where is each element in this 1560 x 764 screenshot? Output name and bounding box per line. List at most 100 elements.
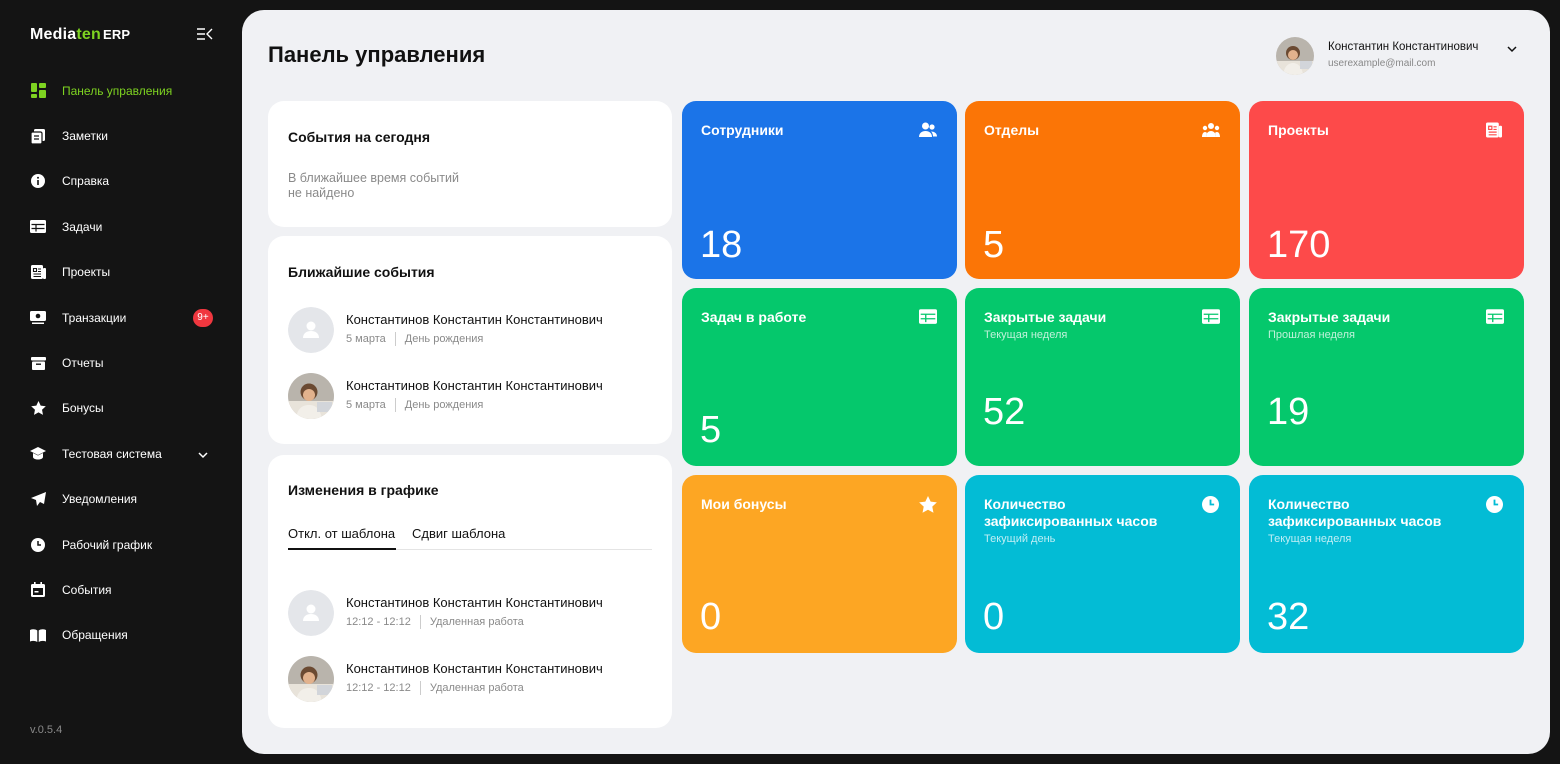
info-icon <box>30 173 46 189</box>
main-panel: Панель управления Константин Константино… <box>242 10 1550 754</box>
tab-template-shift[interactable]: Сдвиг шаблона <box>412 526 505 550</box>
sidebar-item-notifications[interactable]: Уведомления <box>0 477 242 522</box>
empty-state-text: В ближайшее время событий не найдено <box>288 171 508 201</box>
tab-template-deviation[interactable]: Откл. от шаблона <box>288 526 396 550</box>
clock-icon <box>1202 496 1220 514</box>
logo[interactable]: Mediaten ERP <box>30 26 130 44</box>
sidebar-item-test-system[interactable]: Тестовая система <box>0 431 242 476</box>
page-title: Панель управления <box>268 42 486 67</box>
sidebar-item-dashboard[interactable]: Панель управления <box>0 68 242 113</box>
sidebar-item-label: Справка <box>62 174 110 189</box>
calendar-icon <box>30 582 46 598</box>
tile-title: Проекты <box>1268 122 1329 138</box>
list-item[interactable]: Константинов Константин Константинович 1… <box>288 656 658 704</box>
tile-employees[interactable]: Сотрудники 18 <box>682 101 957 279</box>
tile-departments[interactable]: Отделы 5 <box>965 101 1240 279</box>
person-name: Константинов Константин Константинович <box>346 595 603 610</box>
sidebar-item-projects[interactable]: Проекты <box>0 250 242 295</box>
notes-icon <box>30 128 46 144</box>
sidebar-item-label: Тестовая система <box>62 446 162 461</box>
sidebar-nav: Панель управления Заметки Справка Задачи… <box>0 68 242 658</box>
tile-title: Отделы <box>984 122 1040 138</box>
sidebar-item-label: Задачи <box>62 219 103 234</box>
card-title: События на сегодня <box>288 129 431 145</box>
card-title: Изменения в графике <box>288 482 439 498</box>
divider <box>394 332 396 346</box>
sidebar-item-help[interactable]: Справка <box>0 159 242 204</box>
sidebar-item-label: Проекты <box>62 265 111 280</box>
logo-part1: Media <box>30 26 77 43</box>
schedule-meta: 12:12 - 12:12 Удаленная работа <box>346 681 524 695</box>
book-icon <box>30 627 46 643</box>
tile-subtitle: Текущая неделя <box>984 329 1068 341</box>
event-type: День рождения <box>404 333 484 345</box>
sidebar-item-label: Заметки <box>62 129 108 144</box>
card-title: Ближайшие события <box>288 264 435 280</box>
list-item[interactable]: Константинов Константин Константинович 5… <box>288 307 658 355</box>
tile-value: 52 <box>983 391 1026 433</box>
user-menu[interactable]: Константин Константинович userexample@ma… <box>1276 37 1526 77</box>
tile-title: Закрытые задачи <box>984 309 1107 325</box>
tile-value: 18 <box>700 224 743 266</box>
sidebar-item-label: Транзакции <box>62 310 127 325</box>
list-item[interactable]: Константинов Константин Константинович 1… <box>288 590 658 638</box>
divider <box>394 398 396 412</box>
tile-closed-tasks-current[interactable]: Закрытые задачи Текущая неделя 52 <box>965 288 1240 466</box>
tile-title: Мои бонусы <box>701 496 787 512</box>
person-name: Константинов Константин Константинович <box>346 312 603 327</box>
sidebar-item-requests[interactable]: Обращения <box>0 613 242 658</box>
avatar-placeholder <box>288 590 334 636</box>
clock-icon <box>1486 496 1504 514</box>
schedule-time: 12:12 - 12:12 <box>346 616 411 628</box>
tile-my-bonuses[interactable]: Мои бонусы 0 <box>682 475 957 653</box>
notification-badge: 9+ <box>193 308 213 327</box>
sidebar-item-transactions[interactable]: Транзакции 9+ <box>0 295 242 340</box>
sidebar: Mediaten ERP Панель управления Заметки Сп… <box>0 0 242 764</box>
tile-subtitle: Текущий день <box>984 533 1056 545</box>
chevron-down-icon[interactable] <box>1506 42 1518 54</box>
clock-icon <box>30 537 46 553</box>
event-meta: 5 марта День рождения <box>346 332 483 346</box>
sidebar-item-reports[interactable]: Отчеты <box>0 340 242 385</box>
table-icon <box>1486 309 1504 327</box>
tab-bar: Откл. от шаблона Сдвиг шаблона <box>288 526 652 550</box>
paper-plane-icon <box>30 491 46 507</box>
tile-value: 0 <box>983 596 1005 638</box>
sidebar-item-label: Уведомления <box>62 492 138 507</box>
event-meta: 5 марта День рождения <box>346 398 483 412</box>
tile-projects[interactable]: Проекты 170 <box>1249 101 1524 279</box>
tile-title: Количество зафиксированных часов <box>984 496 1158 529</box>
star-icon <box>919 496 937 514</box>
sidebar-item-tasks[interactable]: Задачи <box>0 204 242 249</box>
tile-title: Сотрудники <box>701 122 784 138</box>
sidebar-item-label: Обращения <box>62 628 128 643</box>
avatar <box>1276 37 1314 75</box>
events-today-card: События на сегодня В ближайшее время соб… <box>268 101 672 227</box>
sidebar-item-work-schedule[interactable]: Рабочий график <box>0 522 242 567</box>
collapse-sidebar-icon[interactable] <box>196 26 216 44</box>
list-item[interactable]: Константинов Константин Константинович 5… <box>288 373 658 421</box>
users-icon <box>919 122 937 140</box>
chevron-down-icon[interactable] <box>197 448 209 460</box>
logo-part2: ten <box>76 26 101 43</box>
tile-value: 170 <box>1267 224 1331 266</box>
graduation-cap-icon <box>30 446 46 462</box>
tile-hours-week[interactable]: Количество зафиксированных часов Текущая… <box>1249 475 1524 653</box>
tile-tasks-in-progress[interactable]: Задач в работе 5 <box>682 288 957 466</box>
event-date: 5 марта <box>346 333 386 345</box>
tile-value: 5 <box>700 409 722 451</box>
tile-subtitle: Прошлая неделя <box>1268 329 1356 341</box>
sidebar-item-bonuses[interactable]: Бонусы <box>0 386 242 431</box>
dashboard-icon <box>30 83 46 99</box>
tile-value: 19 <box>1267 391 1310 433</box>
sidebar-item-label: Рабочий график <box>62 537 153 552</box>
sidebar-item-events[interactable]: События <box>0 567 242 612</box>
tile-closed-tasks-previous[interactable]: Закрытые задачи Прошлая неделя 19 <box>1249 288 1524 466</box>
avatar-placeholder <box>288 307 334 353</box>
avatar <box>288 373 334 419</box>
group-icon <box>1202 122 1220 140</box>
divider <box>419 615 421 629</box>
reports-icon <box>30 355 46 371</box>
tile-hours-today[interactable]: Количество зафиксированных часов Текущий… <box>965 475 1240 653</box>
sidebar-item-notes[interactable]: Заметки <box>0 113 242 158</box>
